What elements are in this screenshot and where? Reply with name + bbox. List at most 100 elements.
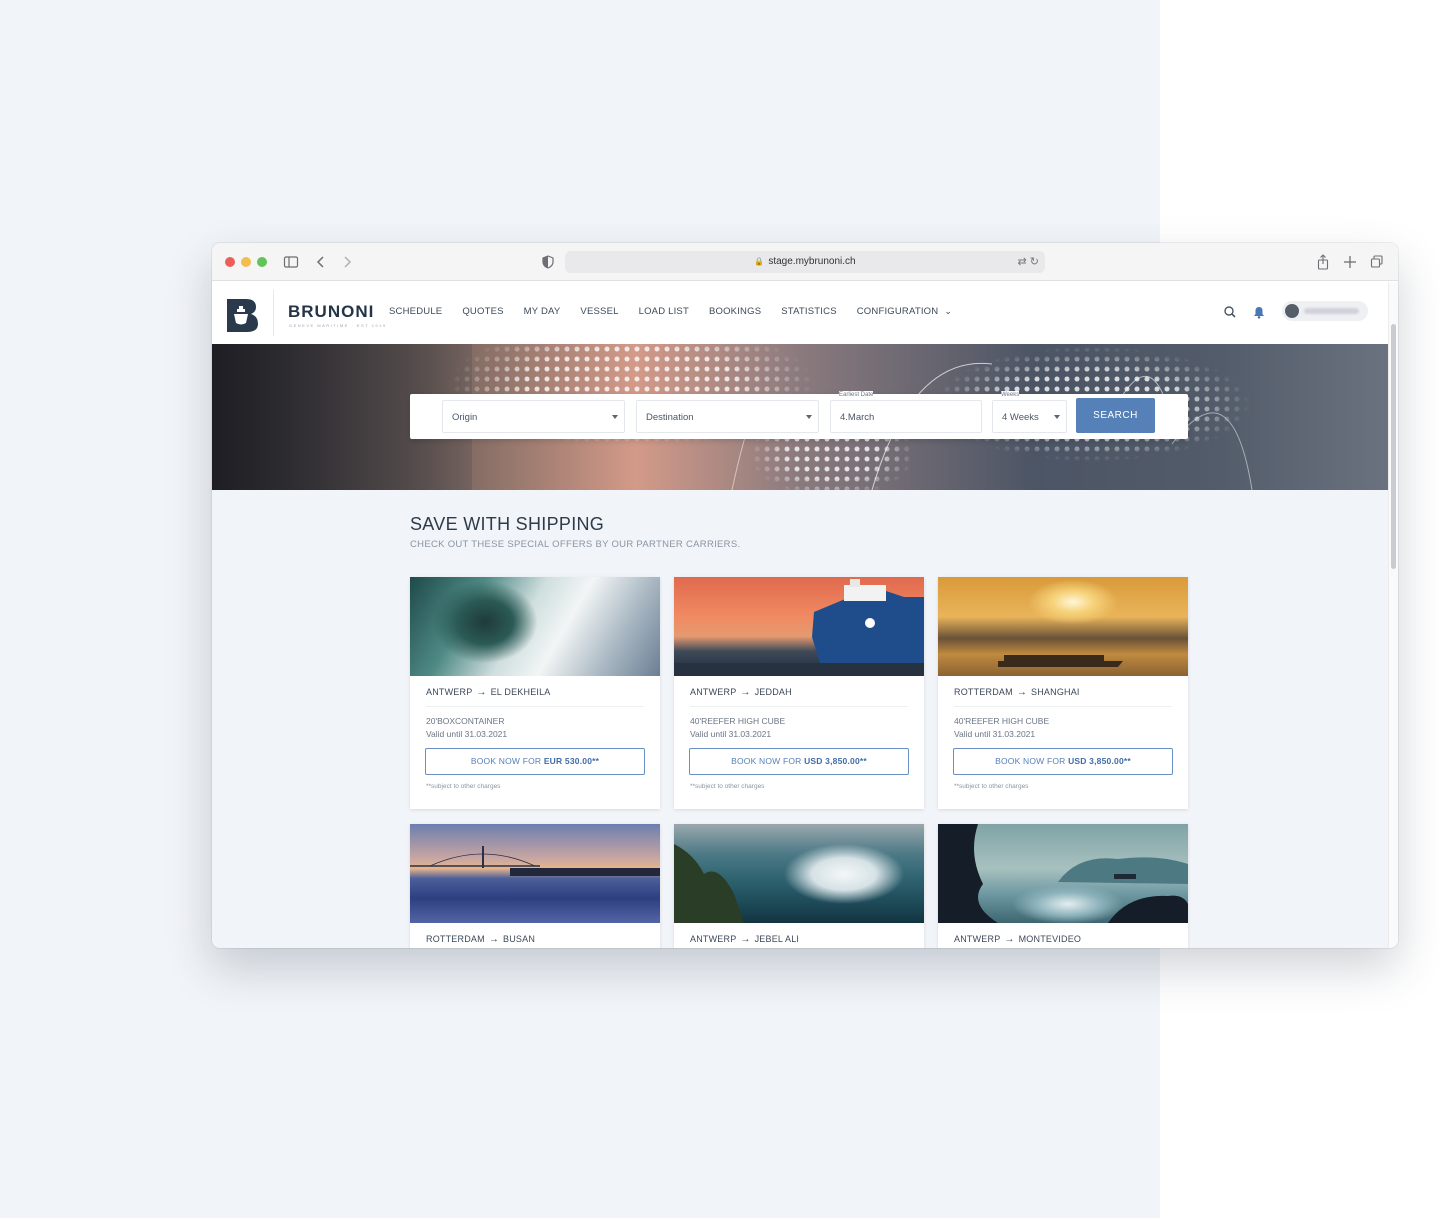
new-tab-icon[interactable]	[1343, 251, 1357, 273]
offer-card: ANTWERP → MONTEVIDEO	[938, 824, 1188, 948]
ship-silhouette-icon	[674, 579, 924, 676]
valid-until: Valid until 31.03.2021	[954, 729, 1036, 739]
route-origin: ANTWERP	[426, 687, 473, 697]
offer-card: ROTTERDAM → SHANGHAI 40'REEFER HIGH CUBE V…	[938, 577, 1188, 809]
back-icon[interactable]	[315, 251, 327, 273]
card-divider	[954, 706, 1172, 707]
nav-configuration[interactable]: CONFIGURATION ⌄	[857, 306, 952, 317]
offer-image-big-wave	[674, 824, 924, 923]
destination-value: Destination	[646, 412, 694, 423]
nav-configuration-label: CONFIGURATION	[856, 306, 939, 317]
tab-overview-icon[interactable]	[1370, 251, 1384, 273]
route-search-form: Origin Destination Earliest Date 4.March…	[410, 391, 1188, 439]
address-bar[interactable]: 🔒 stage.mybrunoni.ch ⇄ ↻	[565, 251, 1045, 273]
offer-card: ROTTERDAM → BUSAN	[410, 824, 660, 948]
zoom-window-button[interactable]	[257, 257, 267, 267]
search-button[interactable]: SEARCH	[1076, 398, 1155, 433]
route-destination: JEBEL ALI	[754, 934, 800, 944]
brand-name: BRUNONI	[288, 302, 375, 321]
caret-down-icon	[1054, 415, 1060, 419]
nav-quotes[interactable]: QUOTES	[462, 306, 503, 317]
route-origin: ROTTERDAM	[426, 934, 485, 944]
offer-image-cargo-sunset	[938, 577, 1188, 676]
book-price: USD 3,850.00**	[1068, 756, 1131, 766]
offer-route: ROTTERDAM → BUSAN	[426, 934, 535, 945]
weeks-value: 4 Weeks	[1002, 412, 1039, 423]
arrow-right-icon: →	[476, 687, 487, 698]
offer-route: ANTWERP → MONTEVIDEO	[954, 934, 1081, 945]
container-type: 40'REEFER HIGH CUBE	[690, 716, 786, 726]
forward-icon[interactable]	[341, 251, 353, 273]
arrow-right-icon: →	[740, 934, 751, 945]
route-destination: JEDDAH	[754, 687, 792, 697]
route-destination: MONTEVIDEO	[1018, 934, 1082, 944]
brand-tagline: GENEVE MARITIME · EST 1919	[289, 323, 387, 328]
offer-route: ANTWERP → JEDDAH	[690, 687, 792, 698]
charges-note: **subject to other charges	[954, 783, 1029, 790]
brunoni-logo-icon[interactable]	[225, 297, 259, 334]
origin-value: Origin	[452, 412, 478, 423]
privacy-shield-icon[interactable]	[541, 251, 555, 273]
container-type: 20'BOXCONTAINER	[426, 716, 505, 726]
arrow-right-icon: →	[1004, 934, 1015, 945]
logo-divider	[273, 290, 274, 336]
destination-select[interactable]: Destination	[636, 400, 819, 433]
arrow-right-icon: →	[740, 687, 751, 698]
rocks-silhouette-icon	[938, 824, 1188, 923]
avatar	[1285, 304, 1299, 318]
origin-select[interactable]: Origin	[442, 400, 625, 433]
lock-icon: 🔒	[754, 257, 765, 266]
close-window-button[interactable]	[225, 257, 235, 267]
offer-route: ANTWERP → JEBEL ALI	[690, 934, 799, 945]
offer-route: ROTTERDAM → SHANGHAI	[954, 687, 1080, 698]
url-text: stage.mybrunoni.ch	[768, 256, 856, 267]
main-nav: SCHEDULE QUOTES MY DAY VESSEL LOAD LIST …	[389, 306, 972, 317]
notification-bell-icon[interactable]	[1251, 304, 1267, 320]
nav-statistics[interactable]: STATISTICS	[781, 306, 836, 317]
nav-my-day[interactable]: MY DAY	[524, 306, 561, 317]
offers-subtitle: CHECK OUT THESE SPECIAL OFFERS BY OUR PA…	[410, 539, 741, 550]
translate-reload-icons[interactable]: ⇄ ↻	[1018, 251, 1040, 273]
card-divider	[690, 706, 908, 707]
offer-image-bridge-harbor	[410, 824, 660, 923]
search-icon[interactable]	[1222, 304, 1238, 320]
book-price: USD 3,850.00**	[804, 756, 867, 766]
hero-banner: Origin Destination Earliest Date 4.March…	[212, 344, 1388, 490]
weeks-label: Weeks	[1001, 391, 1020, 399]
offers-title: SAVE WITH SHIPPING	[410, 514, 605, 534]
nav-vessel[interactable]: VESSEL	[580, 306, 618, 317]
app-navbar: BRUNONI GENEVE MARITIME · EST 1919 SCHED…	[212, 282, 1388, 344]
weeks-select[interactable]: Weeks 4 Weeks	[992, 391, 1067, 433]
browser-toolbar: 🔒 stage.mybrunoni.ch ⇄ ↻	[212, 243, 1398, 281]
offer-card: ANTWERP → JEDDAH 40'REEFER HIGH CUBE Valid…	[674, 577, 924, 809]
book-now-button[interactable]: BOOK NOW FOR USD 3,850.00**	[689, 748, 909, 775]
charges-note: **subject to other charges	[690, 783, 765, 790]
caret-down-icon	[612, 415, 618, 419]
book-label: BOOK NOW FOR	[470, 756, 544, 766]
route-origin: ANTWERP	[954, 934, 1001, 944]
nav-schedule[interactable]: SCHEDULE	[389, 306, 442, 317]
card-divider	[426, 706, 644, 707]
book-now-button[interactable]: BOOK NOW FOR EUR 530.00**	[425, 748, 645, 775]
offer-card: ANTWERP → EL DEKHEILA 20'BOXCONTAINER Vali…	[410, 577, 660, 809]
valid-until: Valid until 31.03.2021	[690, 729, 772, 739]
nav-bookings[interactable]: BOOKINGS	[709, 306, 761, 317]
minimize-window-button[interactable]	[241, 257, 251, 267]
arrow-right-icon: →	[488, 934, 500, 945]
route-destination: BUSAN	[503, 934, 536, 944]
user-name-blurred	[1304, 308, 1359, 314]
book-now-button[interactable]: BOOK NOW FOR USD 3,850.00**	[953, 748, 1173, 775]
charges-note: **subject to other charges	[426, 783, 501, 790]
offer-image-ship-sunset	[674, 577, 924, 676]
user-menu[interactable]	[1282, 301, 1368, 321]
sidebar-toggle-icon[interactable]	[283, 251, 299, 273]
nav-load-list[interactable]: LOAD LIST	[639, 306, 689, 317]
route-destination: EL DEKHEILA	[490, 687, 551, 697]
earliest-date-input[interactable]: Earliest Date 4.March	[830, 391, 982, 433]
caret-down-icon	[806, 415, 812, 419]
valid-until: Valid until 31.03.2021	[426, 729, 508, 739]
page-viewport: BRUNONI GENEVE MARITIME · EST 1919 SCHED…	[212, 282, 1398, 948]
cargo-ship-silhouette-icon	[998, 655, 1123, 667]
share-icon[interactable]	[1316, 251, 1330, 273]
scrollbar-thumb[interactable]	[1391, 324, 1396, 569]
